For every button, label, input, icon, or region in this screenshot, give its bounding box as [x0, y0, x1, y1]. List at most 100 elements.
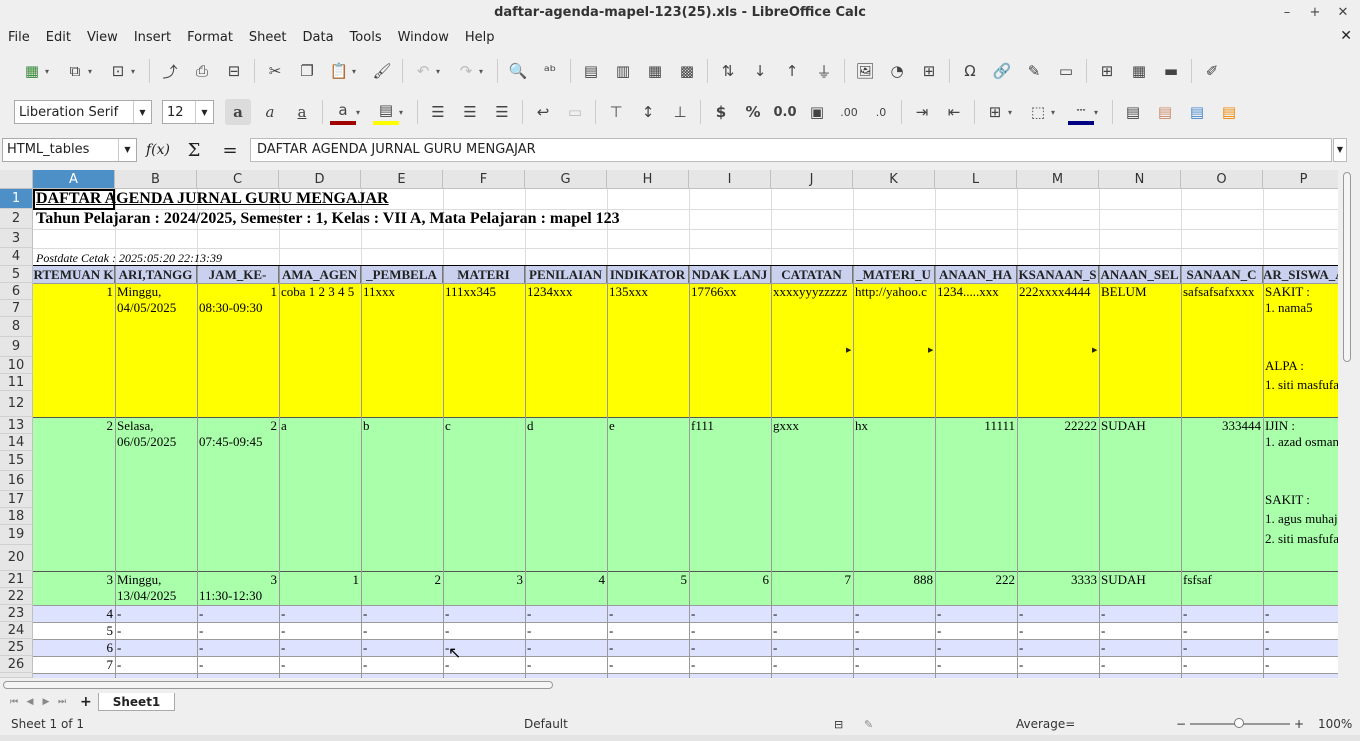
row-header[interactable]: 16 [0, 471, 33, 491]
color-scale-icon[interactable]: ▤ [1152, 99, 1178, 125]
define-print-area-icon[interactable]: ⊞ [1094, 58, 1120, 84]
minimize-icon[interactable]: – [1280, 0, 1294, 26]
column-header-b[interactable]: B [115, 170, 197, 189]
previous-sheet-icon[interactable]: ◀ [22, 697, 38, 707]
row-header[interactable]: 10 [0, 357, 33, 374]
delete-decimal-icon[interactable]: .0 [868, 99, 894, 125]
maximize-icon[interactable]: + [1308, 0, 1322, 26]
header-footer-icon[interactable]: ▭ [1053, 58, 1079, 84]
vertical-scroll-thumb[interactable] [1343, 172, 1351, 362]
zoom-slider-handle[interactable] [1234, 718, 1244, 728]
column-icon[interactable]: ▥ [610, 58, 636, 84]
function-wizard-icon[interactable]: f(x) [143, 142, 173, 158]
row-header[interactable]: 26 [0, 656, 33, 673]
pivot-table-icon[interactable]: ⊞ [916, 58, 942, 84]
row-header[interactable]: 20 [0, 545, 33, 571]
last-sheet-icon[interactable]: ⏭ [54, 697, 70, 707]
comment-icon[interactable]: ✎ [1021, 58, 1047, 84]
currency-icon[interactable]: $ [708, 99, 734, 125]
name-box[interactable]: HTML_tables ▼ [2, 138, 137, 162]
conditional-format-icon[interactable]: ▤ [1120, 99, 1146, 125]
redo-icon[interactable]: ↷ [453, 58, 479, 84]
data-bar-icon[interactable]: ▤ [1184, 99, 1210, 125]
horizontal-scrollbar[interactable] [0, 678, 1360, 692]
menu-tools[interactable]: Tools [342, 30, 390, 45]
zoom-out-icon[interactable]: − [1176, 717, 1186, 731]
selection-mode-icon[interactable]: ⊟ [834, 718, 843, 731]
menu-insert[interactable]: Insert [126, 30, 179, 45]
row-header[interactable]: 15 [0, 451, 33, 471]
column-header-e[interactable]: E [361, 170, 443, 189]
export-pdf-icon[interactable]: ⤴ [157, 58, 183, 84]
bold-icon[interactable]: a [225, 99, 251, 125]
menu-edit[interactable]: Edit [38, 30, 79, 45]
print-preview-icon[interactable]: ⊟ [221, 58, 247, 84]
menu-window[interactable]: Window [390, 30, 457, 45]
zoom-level[interactable]: 100% [1318, 717, 1352, 731]
row-header[interactable]: 5 [0, 266, 33, 283]
undo-icon[interactable]: ↶ [410, 58, 436, 84]
column-header-i[interactable]: I [689, 170, 771, 189]
row-header[interactable]: 18 [0, 508, 33, 525]
new-icon[interactable]: ▦ [19, 58, 45, 84]
row-header[interactable]: 22 [0, 588, 33, 605]
date-format-icon[interactable]: ▣ [804, 99, 830, 125]
clone-formatting-icon[interactable]: 🖌 [369, 58, 395, 84]
align-top-icon[interactable]: ⊤ [603, 99, 629, 125]
column-header-o[interactable]: O [1181, 170, 1263, 189]
menu-help[interactable]: Help [457, 30, 503, 45]
border-color-icon[interactable]: ┄ [1068, 99, 1094, 125]
row-header[interactable]: 11 [0, 374, 33, 391]
borders-icon[interactable]: ⊞ [982, 99, 1008, 125]
font-name-box[interactable]: Liberation Serif ▼ [14, 100, 152, 124]
align-left-icon[interactable]: ☰ [425, 99, 451, 125]
italic-icon[interactable]: a [257, 99, 283, 125]
close-document-icon[interactable]: ✕ [1340, 28, 1352, 44]
menu-file[interactable]: File [0, 30, 38, 45]
menu-view[interactable]: View [79, 30, 126, 45]
column-header-c[interactable]: C [197, 170, 279, 189]
freeze-rows-icon[interactable]: ▦ [1126, 58, 1152, 84]
decrease-indent-icon[interactable]: ⇤ [941, 99, 967, 125]
print-icon[interactable]: ⎙ [189, 58, 215, 84]
column-header-n[interactable]: N [1099, 170, 1181, 189]
chart-icon[interactable]: ◔ [884, 58, 910, 84]
menu-format[interactable]: Format [179, 30, 241, 45]
formula-icon[interactable]: = [215, 140, 245, 161]
add-sheet-button[interactable]: + [80, 694, 92, 710]
row-header[interactable]: 3 [0, 229, 33, 248]
align-center-icon[interactable]: ☰ [457, 99, 483, 125]
menu-sheet[interactable]: Sheet [241, 30, 295, 45]
row-header[interactable]: 23 [0, 605, 33, 622]
column-header-j[interactable]: J [771, 170, 853, 189]
hyperlink-icon[interactable]: 🔗 [989, 58, 1015, 84]
row-icon[interactable]: ▤ [578, 58, 604, 84]
wrap-text-icon[interactable]: ↩ [530, 99, 556, 125]
increase-indent-icon[interactable]: ⇥ [909, 99, 935, 125]
row-header[interactable]: 14 [0, 434, 33, 451]
cut-icon[interactable]: ✂ [262, 58, 288, 84]
column-header-k[interactable]: K [853, 170, 935, 189]
align-bottom-icon[interactable]: ⊥ [667, 99, 693, 125]
find-replace-icon[interactable]: 🔍 [505, 58, 531, 84]
row-header[interactable]: 1 [0, 189, 33, 209]
row-header[interactable]: 7 [0, 300, 33, 317]
row-header[interactable]: 2 [0, 209, 33, 229]
column-header-m[interactable]: M [1017, 170, 1099, 189]
select-all-corner[interactable] [0, 170, 33, 189]
column-header-a[interactable]: A [33, 170, 115, 189]
horizontal-scroll-thumb[interactable] [3, 681, 553, 689]
vertical-scrollbar[interactable] [1338, 170, 1360, 678]
formula-input[interactable]: DAFTAR AGENDA JURNAL GURU MENGAJAR [250, 138, 1332, 162]
icon-set-icon[interactable]: ▤ [1216, 99, 1242, 125]
paste-icon[interactable]: 📋 [326, 58, 352, 84]
number-format-icon[interactable]: 0.0 [772, 99, 798, 125]
row-header[interactable]: 21 [0, 571, 33, 588]
sum-icon[interactable]: Σ [179, 140, 209, 161]
column-header-h[interactable]: H [607, 170, 689, 189]
sort-descending-icon[interactable]: ↑ [779, 58, 805, 84]
row-header[interactable]: 19 [0, 525, 33, 545]
row-header[interactable]: 24 [0, 622, 33, 639]
percent-icon[interactable]: % [740, 99, 766, 125]
column-header-f[interactable]: F [443, 170, 525, 189]
